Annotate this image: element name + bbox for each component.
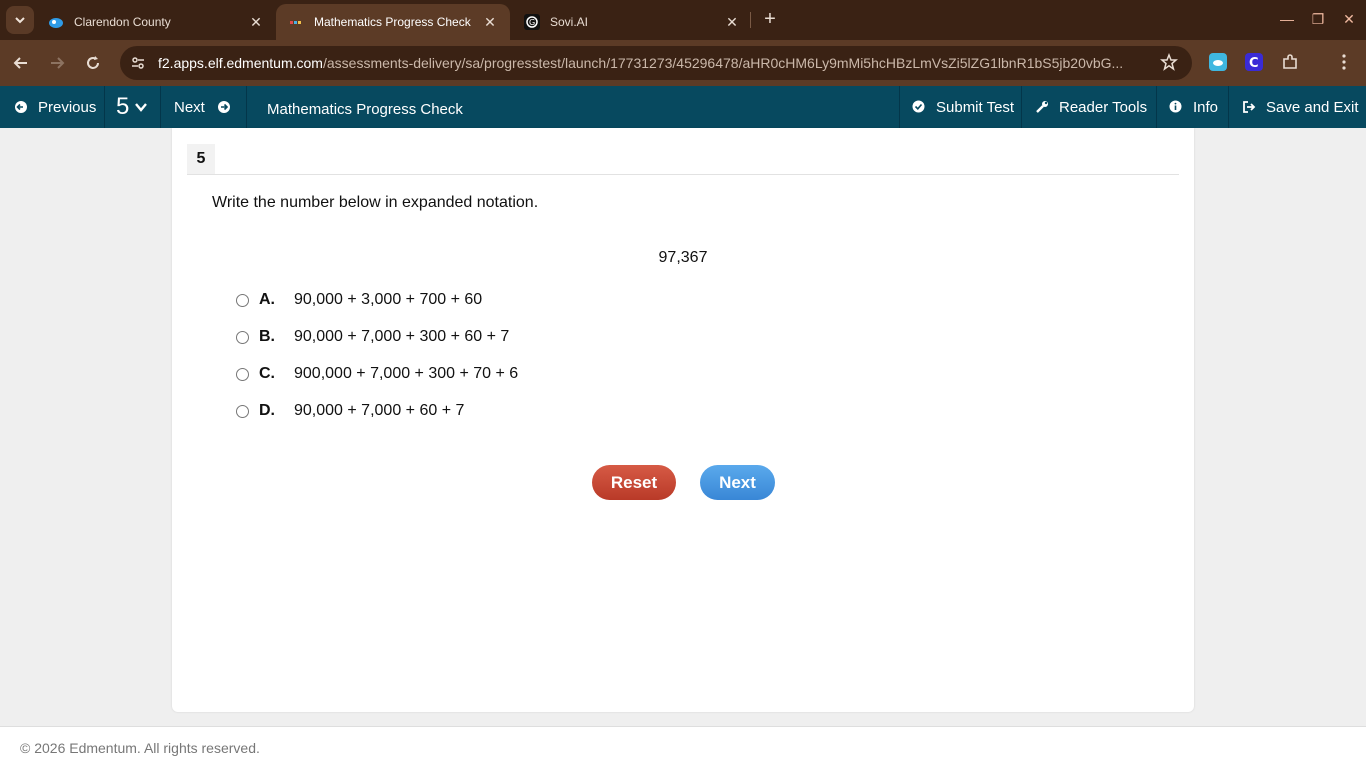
browser-tab-strip: Clarendon County ✕ Mathematics Progress … bbox=[0, 0, 1366, 40]
reader-tools-label: Reader Tools bbox=[1059, 98, 1148, 116]
save-and-exit-button[interactable]: Save and Exit bbox=[1242, 86, 1359, 128]
arrow-circle-right-icon bbox=[217, 100, 231, 114]
back-button[interactable] bbox=[8, 50, 34, 76]
address-bar[interactable]: f2.apps.elf.edmentum.com/assessments-del… bbox=[120, 46, 1192, 80]
header-divider bbox=[104, 86, 105, 128]
choice-letter: A. bbox=[259, 291, 275, 308]
sign-out-icon bbox=[1242, 100, 1256, 114]
forward-button[interactable] bbox=[44, 50, 70, 76]
choice-b-radio[interactable] bbox=[236, 330, 249, 344]
close-icon[interactable]: ✕ bbox=[724, 14, 740, 31]
header-divider bbox=[1021, 86, 1022, 128]
reset-button[interactable]: Reset bbox=[592, 465, 676, 500]
previous-button[interactable]: Previous bbox=[14, 86, 96, 128]
wrench-icon bbox=[1035, 100, 1049, 114]
url-host: f2.apps.elf.edmentum.com bbox=[158, 55, 323, 71]
tab-search-button[interactable] bbox=[6, 6, 34, 34]
svg-text:G: G bbox=[529, 18, 535, 27]
choice-c-radio[interactable] bbox=[236, 367, 249, 381]
next-button[interactable]: Next bbox=[700, 465, 775, 500]
choice-text: 90,000 + 7,000 + 60 + 7 bbox=[294, 402, 465, 419]
question-number: 5 bbox=[116, 93, 130, 120]
chevron-down-icon bbox=[135, 103, 148, 112]
info-icon bbox=[1169, 100, 1183, 114]
submit-test-label: Submit Test bbox=[936, 98, 1015, 116]
next-label: Next bbox=[174, 98, 205, 116]
header-divider bbox=[246, 86, 247, 128]
browser-toolbar: f2.apps.elf.edmentum.com/assessments-del… bbox=[0, 40, 1366, 86]
arrow-right-icon bbox=[51, 57, 65, 69]
check-circle-icon bbox=[912, 100, 926, 114]
test-title: Mathematics Progress Check bbox=[267, 100, 463, 118]
chevron-down-icon bbox=[15, 17, 25, 24]
reload-icon bbox=[87, 56, 99, 69]
choice-text: 90,000 + 3,000 + 700 + 60 bbox=[294, 291, 483, 308]
question-prompt: Write the number below in expanded notat… bbox=[212, 194, 539, 211]
question-divider bbox=[187, 174, 1179, 175]
choice-letter: B. bbox=[259, 328, 275, 345]
choice-d-radio[interactable] bbox=[236, 404, 249, 418]
choice-d[interactable]: D. 90,000 + 7,000 + 60 + 7 bbox=[236, 401, 464, 421]
c-extension-icon[interactable]: C bbox=[1244, 52, 1264, 72]
url-path: /assessments-delivery/sa/progresstest/la… bbox=[322, 55, 1124, 71]
previous-label: Previous bbox=[38, 98, 97, 116]
tab-separator bbox=[750, 12, 751, 28]
new-tab-button[interactable]: + bbox=[758, 8, 782, 32]
tab-mathematics-progress-check[interactable]: Mathematics Progress Check ✕ bbox=[276, 4, 510, 40]
maximize-button[interactable]: ❐ bbox=[1303, 6, 1333, 32]
next-nav-button[interactable]: Next bbox=[174, 86, 231, 128]
cloud-icon bbox=[48, 14, 64, 30]
bookmark-star-icon[interactable] bbox=[1160, 52, 1178, 76]
test-header: Previous 5 Next Mathematics Progress Che… bbox=[0, 86, 1366, 128]
sovi-logo-icon: G bbox=[524, 14, 540, 30]
kebab-menu-icon[interactable] bbox=[1334, 52, 1354, 72]
svg-text:C: C bbox=[1249, 56, 1259, 71]
question-selector[interactable]: 5 bbox=[116, 86, 148, 128]
site-settings-icon[interactable] bbox=[124, 49, 152, 77]
tab-title: Clarendon County bbox=[74, 15, 171, 29]
question-card: 5 Write the number below in expanded not… bbox=[172, 128, 1194, 712]
tab-sovi-ai[interactable]: G Sovi.AI ✕ bbox=[512, 4, 752, 40]
submit-test-button[interactable]: Submit Test bbox=[912, 86, 1014, 128]
close-icon[interactable]: ✕ bbox=[482, 14, 498, 31]
header-divider bbox=[1228, 86, 1229, 128]
choice-a[interactable]: A. 90,000 + 3,000 + 700 + 60 bbox=[236, 290, 482, 310]
edmentum-logo-icon bbox=[288, 14, 304, 30]
choice-a-radio[interactable] bbox=[236, 293, 249, 307]
cloud-extension-icon[interactable] bbox=[1208, 52, 1228, 72]
choice-b[interactable]: B. 90,000 + 7,000 + 300 + 60 + 7 bbox=[236, 327, 509, 347]
info-button[interactable]: Info bbox=[1169, 86, 1218, 128]
info-label: Info bbox=[1193, 98, 1219, 116]
copyright-text: © 2026 Edmentum. All rights reserved. bbox=[20, 740, 260, 756]
reader-tools-button[interactable]: Reader Tools bbox=[1035, 86, 1147, 128]
tab-clarendon-county[interactable]: Clarendon County ✕ bbox=[36, 4, 276, 40]
choice-letter: C. bbox=[259, 365, 275, 382]
close-window-button[interactable]: ✕ bbox=[1334, 6, 1364, 32]
minimize-button[interactable]: — bbox=[1272, 6, 1302, 32]
question-value: 97,367 bbox=[658, 249, 708, 266]
url-text: f2.apps.elf.edmentum.com/assessments-del… bbox=[158, 55, 1148, 71]
arrow-circle-left-icon bbox=[14, 100, 28, 114]
reload-button[interactable] bbox=[80, 50, 106, 76]
header-divider bbox=[160, 86, 161, 128]
choice-c[interactable]: C. 900,000 + 7,000 + 300 + 70 + 6 bbox=[236, 364, 518, 384]
tab-title: Mathematics Progress Check bbox=[314, 15, 471, 29]
arrow-left-icon bbox=[13, 57, 27, 69]
close-icon[interactable]: ✕ bbox=[248, 14, 264, 31]
choice-letter: D. bbox=[259, 402, 275, 419]
header-divider bbox=[899, 86, 900, 128]
tab-title: Sovi.AI bbox=[550, 15, 589, 29]
question-number-badge: 5 bbox=[187, 144, 215, 174]
header-divider bbox=[1156, 86, 1157, 128]
puzzle-extensions-icon[interactable] bbox=[1280, 52, 1300, 72]
choice-text: 900,000 + 7,000 + 300 + 70 + 6 bbox=[294, 365, 519, 382]
save-and-exit-label: Save and Exit bbox=[1266, 98, 1359, 116]
choice-text: 90,000 + 7,000 + 300 + 60 + 7 bbox=[294, 328, 510, 345]
page-footer: © 2026 Edmentum. All rights reserved. bbox=[0, 726, 1366, 768]
